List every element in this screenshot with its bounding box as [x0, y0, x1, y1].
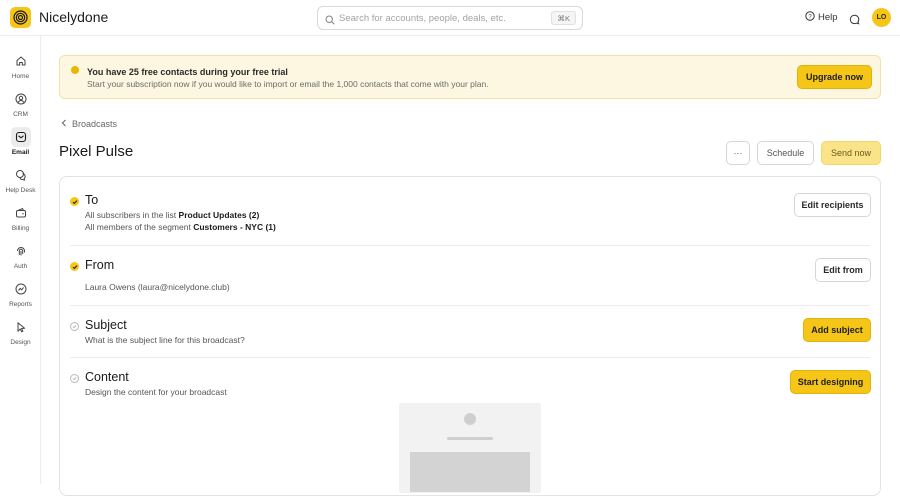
help-circle-icon: ? [805, 11, 815, 24]
sidebar-item-label: Auth [13, 263, 28, 270]
breadcrumb[interactable]: Broadcasts [61, 119, 117, 129]
fingerprint-icon [11, 241, 31, 261]
preview-avatar-placeholder [464, 413, 476, 425]
banner-title: You have 25 free contacts during your fr… [87, 67, 288, 77]
sidebar-item-label: Help Desk [5, 187, 36, 194]
subject-section: Subject What is the subject line for thi… [70, 318, 871, 354]
preview-image-placeholder [410, 452, 530, 492]
check-pending-icon [70, 322, 79, 331]
help-label: Help [818, 12, 838, 23]
wallet-icon [11, 203, 31, 223]
info-dot-icon [71, 66, 79, 74]
chat-bubbles-icon [11, 165, 31, 185]
from-title: From [85, 258, 115, 272]
sidebar-item-label: Reports [9, 301, 32, 308]
help-button[interactable]: ? Help [805, 11, 838, 24]
top-bar: Nicelydone Search for accounts, people, … [0, 0, 900, 36]
subject-title: Subject [85, 318, 127, 332]
to-title: To [85, 193, 99, 207]
to-line-segment: All members of the segment Customers - N… [85, 222, 276, 232]
sidebar-item-label: Email [11, 149, 30, 156]
sidebar-item-reports[interactable]: Reports [0, 276, 41, 310]
breadcrumb-label: Broadcasts [72, 119, 118, 129]
edit-from-button[interactable]: Edit from [815, 258, 871, 282]
add-subject-button[interactable]: Add subject [803, 318, 871, 342]
divider [70, 357, 870, 358]
content-section: Content Design the content for your broa… [70, 370, 871, 406]
edit-recipients-button[interactable]: Edit recipients [794, 193, 871, 217]
sidebar-item-email[interactable]: Email [0, 124, 41, 158]
sidebar-item-home[interactable]: Home [0, 48, 41, 82]
search-icon [325, 12, 335, 30]
segment-name: Customers - NYC (1) [193, 222, 276, 232]
sidebar-item-billing[interactable]: Billing [0, 200, 41, 234]
sidebar-item-crm[interactable]: CRM [0, 86, 41, 120]
content-title: Content [85, 370, 129, 384]
check-pending-icon [70, 374, 79, 383]
sidebar: Home CRM Email Help Desk Billing Auth Re… [0, 36, 41, 484]
app-name: Nicelydone [39, 9, 109, 25]
sidebar-item-label: Home [11, 73, 30, 80]
chevron-left-icon [61, 119, 67, 129]
chat-icon[interactable] [849, 12, 860, 30]
app-logo-icon[interactable] [10, 7, 31, 28]
page-title: Pixel Pulse [59, 143, 134, 160]
search-input[interactable]: Search for accounts, people, deals, etc.… [317, 6, 583, 30]
preview-text-placeholder [447, 437, 493, 440]
more-options-button[interactable]: ··· [726, 141, 750, 165]
sidebar-item-label: Design [10, 339, 31, 346]
search-shortcut-badge: ⌘K [551, 11, 576, 25]
content-hint: Design the content for your broadcast [85, 387, 227, 397]
to-line-list: All subscribers in the list Product Upda… [85, 210, 259, 220]
start-designing-button[interactable]: Start designing [790, 370, 871, 394]
divider [70, 305, 870, 306]
trial-banner: You have 25 free contacts during your fr… [59, 55, 881, 99]
upgrade-now-button[interactable]: Upgrade now [797, 65, 872, 89]
send-now-button[interactable]: Send now [821, 141, 881, 165]
sidebar-item-help-desk[interactable]: Help Desk [0, 162, 41, 196]
banner-text: Start your subscription now if you would… [87, 79, 489, 89]
sidebar-item-label: CRM [13, 111, 28, 118]
divider [70, 245, 870, 246]
schedule-button[interactable]: Schedule [757, 141, 814, 165]
person-icon [11, 89, 31, 109]
mail-icon [10, 127, 31, 147]
from-sender: Laura Owens (laura@nicelydone.club) [85, 282, 230, 292]
sidebar-item-auth[interactable]: Auth [0, 238, 41, 272]
sidebar-item-design[interactable]: Design [0, 314, 41, 348]
to-section: To All subscribers in the list Product U… [70, 193, 871, 245]
to-line-segment-prefix: All members of the segment [85, 222, 194, 232]
search-placeholder: Search for accounts, people, deals, etc. [339, 13, 506, 24]
pointer-icon [11, 317, 31, 337]
sidebar-item-label: Billing [11, 225, 30, 232]
avatar[interactable]: LO [872, 8, 891, 27]
subject-hint: What is the subject line for this broadc… [85, 335, 245, 345]
chart-icon [11, 279, 31, 299]
check-done-icon [70, 197, 79, 206]
to-line-list-prefix: All subscribers in the list [85, 210, 179, 220]
check-done-icon [70, 262, 79, 271]
content-preview-thumbnail[interactable] [399, 403, 541, 493]
from-section: From Laura Owens (laura@nicelydone.club)… [70, 258, 871, 300]
list-name: Product Updates (2) [178, 210, 260, 220]
home-icon [11, 51, 31, 71]
